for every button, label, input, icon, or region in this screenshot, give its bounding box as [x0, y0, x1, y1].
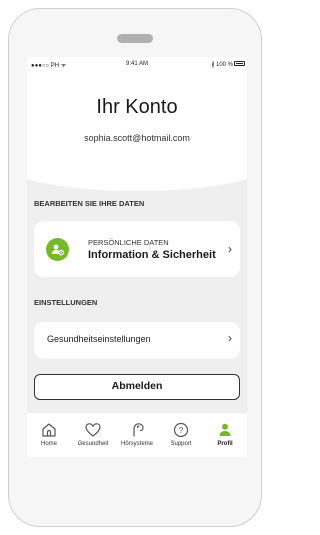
battery-text: ∦ 100 %	[211, 62, 233, 68]
tab-label-support: Support	[170, 441, 192, 447]
account-email: sophia.scott@hotmail.com	[84, 133, 190, 143]
section-label-edit-data: BEARBEITEN SIE IHRE DATEN	[34, 199, 145, 208]
tab-label-health: Gesundheit	[77, 441, 109, 447]
status-bar: ●●●○○ PH ᯤ 9:41 AM ∦ 100 %	[27, 57, 247, 71]
logout-button[interactable]: Abmelden	[34, 374, 240, 400]
battery-icon	[234, 61, 245, 66]
tab-support[interactable]: ? Support	[159, 413, 203, 457]
bottom-tab-bar: Home Gesundheit Hörsysteme ? Support Pro…	[27, 413, 247, 457]
health-settings-label: Gesundheitseinstellungen	[47, 334, 151, 344]
home-icon	[42, 423, 56, 437]
tab-label-hearing-aids: Hörsysteme	[120, 441, 153, 447]
profile-icon	[219, 423, 231, 436]
profile-header	[27, 71, 247, 191]
tab-hearing-aids[interactable]: Hörsysteme	[115, 413, 159, 457]
user-settings-icon	[46, 238, 69, 261]
section-label-settings: EINSTELLUNGEN	[34, 298, 98, 307]
tab-home[interactable]: Home	[27, 413, 71, 457]
tab-health[interactable]: Gesundheit	[71, 413, 115, 457]
personal-data-subtitle: PERSÖNLICHE DATEN	[88, 238, 169, 247]
chevron-right-icon: ›	[228, 242, 232, 256]
app-screen: ●●●○○ PH ᯤ 9:41 AM ∦ 100 % Ihr Konto sop…	[27, 57, 247, 457]
svg-text:?: ?	[179, 426, 184, 435]
phone-speaker	[117, 34, 153, 43]
health-settings-row[interactable]: Gesundheitseinstellungen ›	[34, 322, 240, 359]
hearing-aid-icon	[133, 423, 144, 437]
help-icon: ?	[173, 422, 189, 438]
chevron-right-icon: ›	[228, 331, 232, 345]
tab-label-profile: Profil	[217, 441, 233, 447]
tab-label-home: Home	[40, 441, 57, 447]
heart-icon	[85, 423, 101, 437]
page-title: Ihr Konto	[96, 96, 178, 118]
personal-data-title: Information & Sicherheit	[88, 249, 216, 261]
tab-profile[interactable]: Profil	[203, 413, 247, 457]
personal-data-card[interactable]: PERSÖNLICHE DATEN Information & Sicherhe…	[34, 221, 240, 277]
